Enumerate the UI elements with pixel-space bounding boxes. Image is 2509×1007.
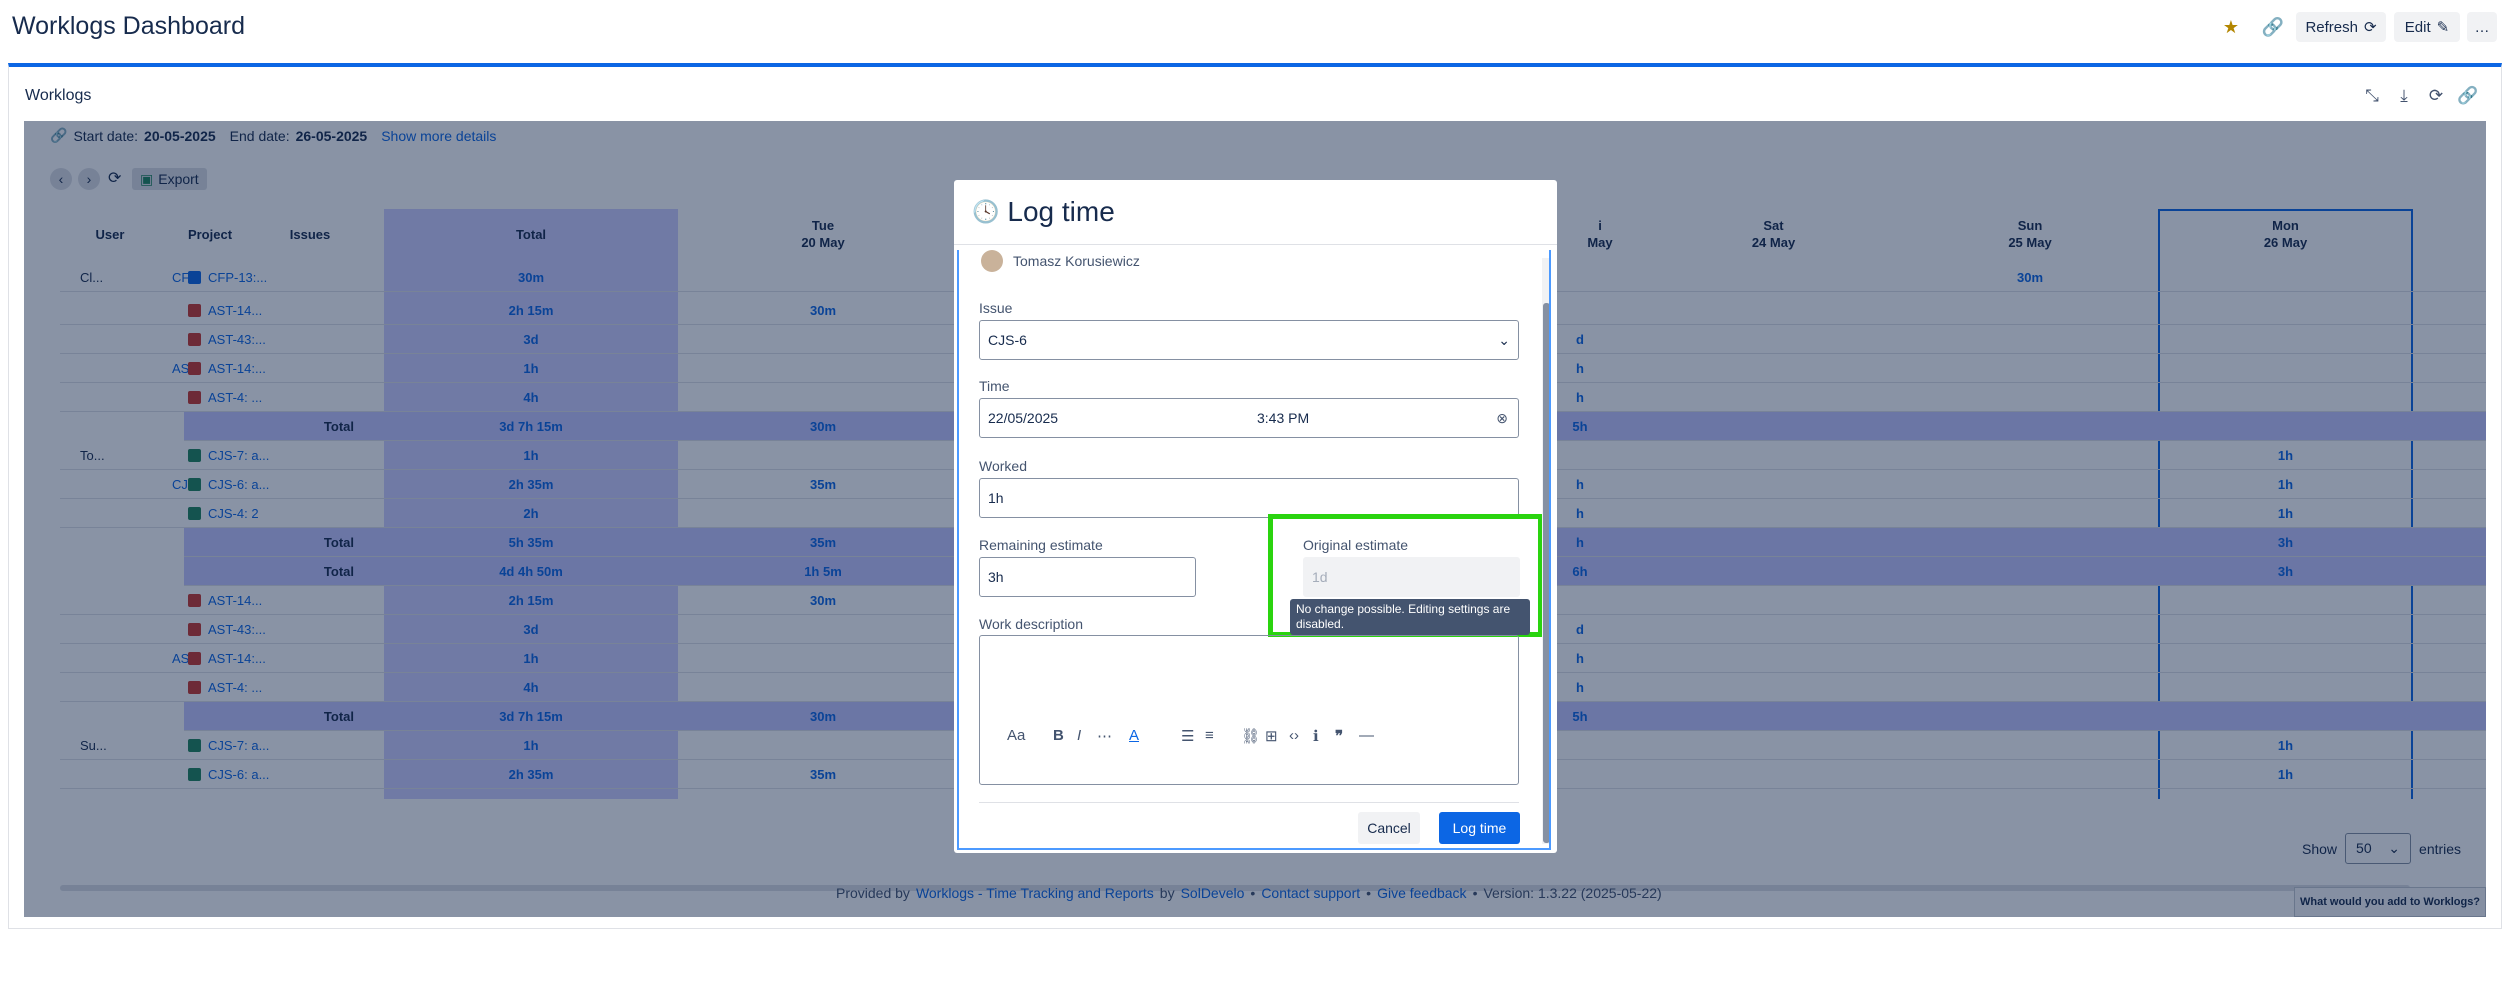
star-icon[interactable]: ★ bbox=[2218, 14, 2244, 40]
dialog-scrollbar[interactable] bbox=[1542, 258, 1549, 844]
tooltip: No change possible. Editing settings are… bbox=[1290, 599, 1530, 635]
quote-icon[interactable]: ❞ bbox=[1335, 727, 1343, 745]
minimize-icon[interactable]: ⤡ bbox=[2361, 85, 2383, 107]
log-time-dialog: 🕓 Log time Tomasz Korusiewicz Issue CJS-6… bbox=[954, 180, 1557, 853]
scrollbar-thumb[interactable] bbox=[1543, 303, 1549, 843]
refresh-icon: ⟳ bbox=[2363, 19, 2377, 36]
remaining-estimate-label: Remaining estimate bbox=[979, 537, 1103, 553]
italic-button[interactable]: I bbox=[1077, 727, 1081, 744]
date-value[interactable]: 22/05/2025 bbox=[988, 410, 1058, 426]
log-time-button[interactable]: Log time bbox=[1439, 812, 1520, 844]
edit-button[interactable]: Edit ✎ bbox=[2394, 12, 2460, 42]
more-formatting-icon[interactable]: ⋯ bbox=[1097, 727, 1112, 745]
page-header: Worklogs Dashboard ★ 🔗 Refresh ⟳ Edit ✎ … bbox=[0, 0, 2509, 58]
author-row: Tomasz Korusiewicz bbox=[981, 250, 1140, 272]
bold-button[interactable]: B bbox=[1053, 727, 1064, 744]
dialog-header: 🕓 Log time bbox=[954, 180, 1557, 245]
bullet-list-icon[interactable]: ☰ bbox=[1181, 727, 1194, 745]
gadget-title: Worklogs bbox=[25, 87, 92, 104]
chevron-down-icon: ⌄ bbox=[1498, 331, 1510, 348]
original-estimate-label: Original estimate bbox=[1303, 537, 1409, 553]
numbered-list-icon[interactable]: ≡ bbox=[1205, 727, 1214, 744]
table-icon[interactable]: ⊞ bbox=[1265, 727, 1278, 745]
refresh-button[interactable]: Refresh ⟳ bbox=[2296, 12, 2386, 42]
avatar bbox=[981, 250, 1003, 272]
author-name: Tomasz Korusiewicz bbox=[1013, 253, 1140, 269]
worked-label: Worked bbox=[979, 458, 1027, 474]
collapse-icon[interactable]: ⤓ bbox=[2393, 85, 2415, 107]
remaining-estimate-input[interactable]: 3h bbox=[979, 557, 1196, 597]
gadget-link-icon[interactable]: 🔗 bbox=[2457, 85, 2479, 107]
code-icon[interactable]: ‹› bbox=[1289, 727, 1299, 744]
footer-divider bbox=[979, 802, 1519, 803]
page-title: Worklogs Dashboard bbox=[12, 12, 245, 40]
time-value[interactable]: 3:43 PM bbox=[1257, 410, 1309, 426]
link-icon[interactable]: ⛓ bbox=[1241, 727, 1260, 745]
dialog-title: Log time bbox=[1007, 196, 1115, 227]
font-style-button[interactable]: Aa bbox=[1007, 727, 1025, 744]
more-actions-button[interactable]: … bbox=[2467, 12, 2497, 42]
cancel-button[interactable]: Cancel bbox=[1358, 812, 1420, 844]
work-description-label: Work description bbox=[979, 616, 1084, 632]
pencil-icon: ✎ bbox=[2436, 19, 2450, 36]
clock-icon: 🕓 bbox=[972, 199, 1000, 224]
work-description-editor[interactable] bbox=[979, 635, 1519, 785]
worked-input[interactable]: 1h bbox=[979, 478, 1519, 518]
clear-icon[interactable]: ⊗ bbox=[1496, 410, 1508, 427]
text-color-button[interactable]: A bbox=[1129, 727, 1139, 744]
time-label: Time bbox=[979, 378, 1010, 394]
issue-label: Issue bbox=[979, 300, 1013, 316]
original-estimate-input: 1d bbox=[1303, 557, 1520, 597]
reload-icon[interactable]: ⟳ bbox=[2425, 85, 2447, 107]
divider-icon[interactable]: — bbox=[1359, 727, 1374, 744]
link-icon[interactable]: 🔗 bbox=[2260, 14, 2286, 40]
info-icon[interactable]: ℹ bbox=[1313, 727, 1319, 745]
dialog-body: Tomasz Korusiewicz Issue CJS-6 ⌄ Time 22/… bbox=[957, 250, 1551, 850]
issue-select[interactable]: CJS-6 ⌄ bbox=[979, 320, 1519, 360]
datetime-field[interactable]: 22/05/2025 3:43 PM ⊗ bbox=[979, 398, 1519, 438]
